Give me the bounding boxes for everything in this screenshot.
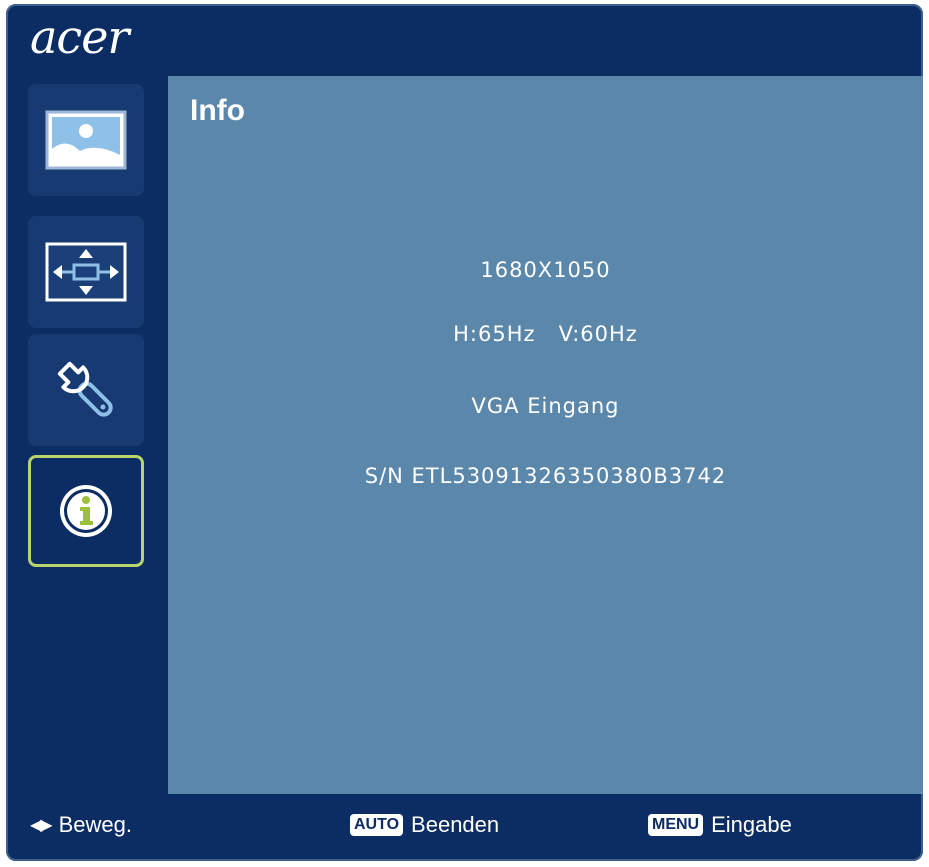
- input-source-text: VGA Eingang: [471, 394, 620, 418]
- position-icon: [45, 242, 127, 302]
- resolution-text: 1680X1050: [480, 258, 611, 282]
- info-panel: Info 1680X1050 H:65Hz V:60Hz VGA Eingang…: [168, 76, 923, 794]
- osd-window: acer Info 1680X1050 H:65Hz V:60Hz VGA Ei…: [6, 4, 923, 861]
- frequency-text: H:65Hz V:60Hz: [453, 322, 638, 346]
- picture-icon: [45, 110, 127, 170]
- acer-logo: acer: [30, 10, 129, 64]
- sidebar-item-settings[interactable]: [28, 334, 144, 446]
- auto-key[interactable]: AUTO: [350, 814, 404, 836]
- sidebar-item-info[interactable]: [28, 455, 144, 567]
- sidebar-item-picture[interactable]: [28, 84, 144, 196]
- auto-hint: AUTO Beenden: [350, 812, 499, 838]
- menu-hint: MENU Eingabe: [648, 812, 792, 838]
- serial-number-text: S/N ETL53091326350380B3742: [364, 464, 727, 488]
- auto-hint-label: Beenden: [411, 812, 500, 837]
- move-hint: ◀▶ Beweg.: [30, 812, 132, 838]
- move-hint-label: Beweg.: [58, 812, 132, 837]
- settings-wrench-icon: [57, 361, 113, 417]
- menu-key[interactable]: MENU: [648, 814, 704, 836]
- sidebar-item-position[interactable]: [28, 216, 144, 328]
- menu-hint-label: Eingabe: [711, 812, 792, 837]
- sidebar: [6, 76, 168, 796]
- footer-bar: ◀▶ Beweg. AUTO Beenden MENU Eingabe: [6, 794, 923, 861]
- left-right-arrows-icon: ◀▶: [30, 817, 53, 834]
- panel-title: Info: [190, 94, 245, 127]
- info-icon: [60, 485, 112, 537]
